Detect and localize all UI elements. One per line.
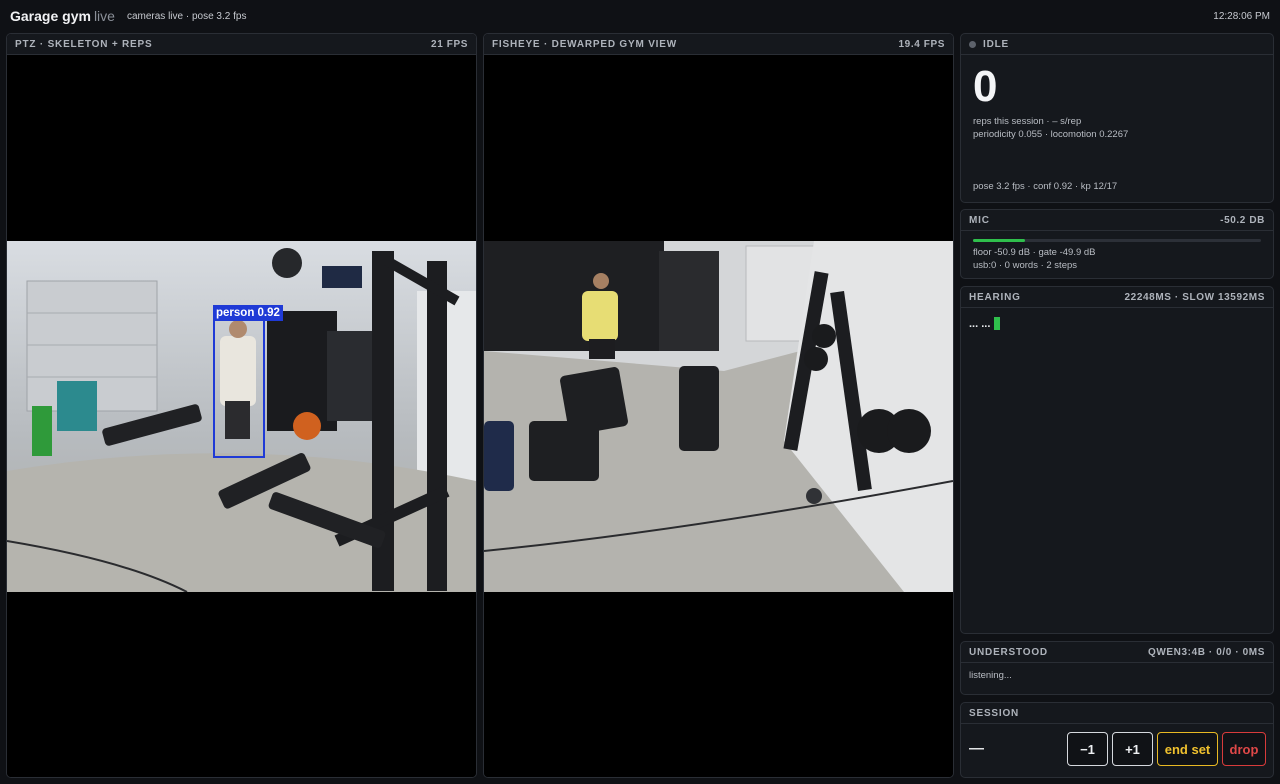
fisheye-camera-frame xyxy=(484,241,953,592)
status-dot-icon xyxy=(969,40,976,48)
rep-state-header: IDLE xyxy=(961,34,1273,55)
hearing-header: HEARING 22248MS · SLOW 13592MS xyxy=(961,287,1273,308)
end-set-button[interactable]: end set xyxy=(1157,732,1218,766)
clock: 12:28:06 PM xyxy=(1213,10,1270,22)
ptz-camera-frame: person 0.92 xyxy=(7,241,476,592)
understood-text: listening... xyxy=(969,670,1012,681)
mic-header: MIC -50.2 DB xyxy=(961,210,1273,231)
fisheye-camera-title: FISHEYE · DEWARPED GYM VIEW xyxy=(492,38,677,50)
mic-usb-stats: usb:0 · 0 words · 2 steps xyxy=(973,260,1078,271)
understood-title: UNDERSTOOD xyxy=(969,646,1048,658)
mic-floor-gate: floor -50.9 dB · gate -49.9 dB xyxy=(973,247,1096,258)
rep-state-label: IDLE xyxy=(983,38,1009,50)
pose-stats: pose 3.2 fps · conf 0.92 · kp 12/17 xyxy=(973,181,1118,192)
mic-panel: MIC -50.2 DB floor -50.9 dB · gate -49.9… xyxy=(960,209,1274,279)
session-title: SESSION xyxy=(969,707,1020,719)
ptz-camera-header: PTZ · SKELETON + REPS 21 FPS xyxy=(7,34,476,55)
ptz-camera-fps: 21 FPS xyxy=(431,38,468,50)
understood-model: QWEN3:4B · 0/0 · 0MS xyxy=(1147,646,1265,658)
rep-session-stats: reps this session · – s/rep xyxy=(973,116,1082,127)
app-title: Garage gym live xyxy=(10,8,115,24)
rep-state-panel: IDLE 0 reps this session · – s/rep perio… xyxy=(960,33,1274,203)
top-bar: Garage gym live cameras live · pose 3.2 f… xyxy=(0,0,1280,32)
hearing-text: ... ... xyxy=(969,317,991,330)
fisheye-camera-feed[interactable] xyxy=(484,56,953,777)
increment-rep-button[interactable]: +1 xyxy=(1112,732,1153,766)
session-panel: SESSION — −1 +1 end set drop xyxy=(960,702,1274,778)
fisheye-camera-header: FISHEYE · DEWARPED GYM VIEW 19.4 FPS xyxy=(484,34,953,55)
drop-button[interactable]: drop xyxy=(1222,732,1266,766)
rep-motion-stats: periodicity 0.055 · locomotion 0.2267 xyxy=(973,129,1129,140)
camera-status: cameras live · pose 3.2 fps xyxy=(126,11,247,22)
person-detection-box xyxy=(213,319,265,458)
mic-level: -50.2 DB xyxy=(1220,214,1265,226)
hearing-title: HEARING xyxy=(969,291,1021,303)
session-value: — xyxy=(969,740,984,757)
mic-level-meter xyxy=(973,239,1261,242)
fisheye-camera-fps: 19.4 FPS xyxy=(898,38,945,50)
live-indicator: live xyxy=(93,8,115,24)
hearing-panel: HEARING 22248MS · SLOW 13592MS ... ... xyxy=(960,286,1274,634)
app-title-text: Garage gym xyxy=(10,8,91,24)
ptz-camera-panel: PTZ · SKELETON + REPS 21 FPS person 0.92 xyxy=(6,33,477,778)
understood-header: UNDERSTOOD QWEN3:4B · 0/0 · 0MS xyxy=(961,642,1273,663)
understood-panel: UNDERSTOOD QWEN3:4B · 0/0 · 0MS listenin… xyxy=(960,641,1274,695)
mic-level-fill xyxy=(973,239,1025,242)
session-header: SESSION xyxy=(961,703,1273,724)
fisheye-scene-image xyxy=(484,241,953,592)
session-controls: −1 +1 end set drop xyxy=(1067,732,1266,766)
fisheye-camera-panel: FISHEYE · DEWARPED GYM VIEW 19.4 FPS xyxy=(483,33,954,778)
cursor-caret-icon xyxy=(994,317,1001,330)
hearing-transcript: ... ... xyxy=(961,308,1273,339)
rep-count: 0 xyxy=(973,62,998,111)
person-detection-label: person 0.92 xyxy=(213,305,283,321)
decrement-rep-button[interactable]: −1 xyxy=(1067,732,1108,766)
hearing-latency: 22248MS · SLOW 13592MS xyxy=(1124,291,1265,303)
ptz-camera-title: PTZ · SKELETON + REPS xyxy=(15,38,153,50)
ptz-camera-feed[interactable]: person 0.92 xyxy=(7,56,476,777)
mic-title: MIC xyxy=(969,214,990,226)
